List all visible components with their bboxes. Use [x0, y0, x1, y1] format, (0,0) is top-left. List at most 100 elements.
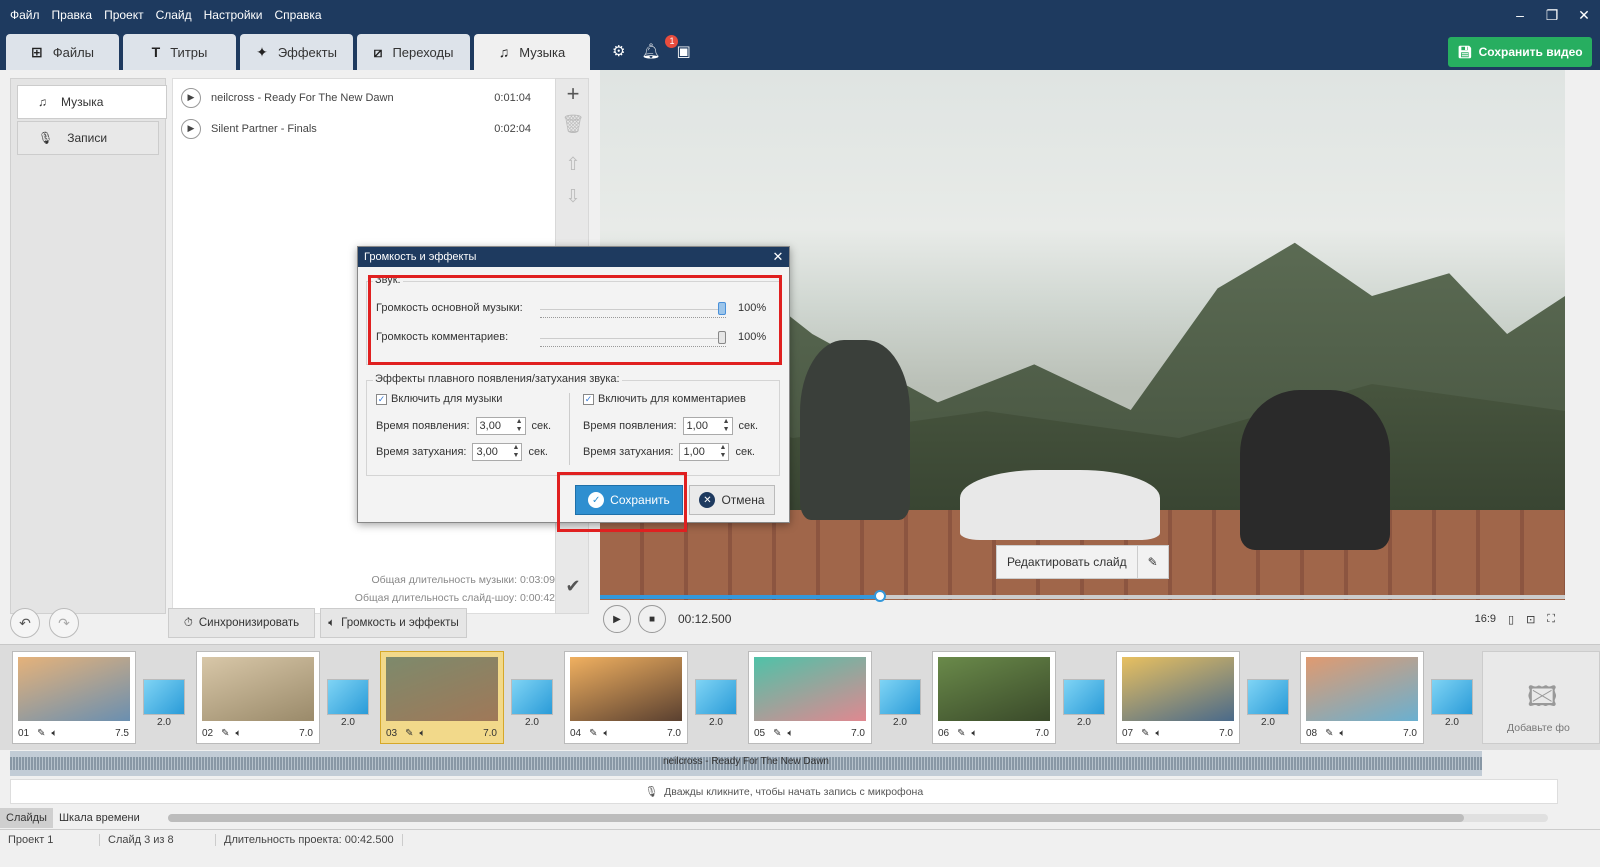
pencil-icon[interactable]: ✎	[589, 728, 597, 739]
menu-project[interactable]: Проект	[98, 8, 150, 22]
close-window-button[interactable]: ✕	[1568, 7, 1600, 24]
speaker-icon[interactable]: 🔈︎	[1156, 728, 1162, 739]
bell-icon[interactable]: 🔔︎ 1	[641, 35, 679, 60]
add-photo-button[interactable]: 🖾︎ Добавьте фо	[1482, 651, 1600, 744]
menu-help[interactable]: Справка	[268, 8, 327, 22]
toolbar-icons: ⚙ 🔔︎ 1 ▣	[612, 35, 691, 60]
speaker-icon[interactable]: 🔈︎	[52, 728, 58, 739]
music-fade-input[interactable]: 3,00 ▲ ▼	[472, 443, 523, 461]
restore-button[interactable]: ❐	[1536, 7, 1568, 24]
add-icon[interactable]: +	[559, 81, 587, 107]
progress-fill	[600, 595, 880, 599]
music-appear-input[interactable]: 3,00 ▲ ▼	[475, 417, 526, 435]
play-icon[interactable]: ▶	[181, 118, 201, 139]
tab-files[interactable]: ⊞ Файлы	[6, 34, 119, 70]
transition-thumbnail[interactable]	[1247, 679, 1289, 715]
stop-icon[interactable]: ■	[638, 605, 666, 633]
list-item[interactable]: ▶ Silent Partner - Finals 0:02:04	[173, 113, 561, 144]
tab-transitions[interactable]: ⧄ Переходы	[357, 34, 470, 70]
horizontal-scrollbar[interactable]	[168, 814, 1548, 822]
speaker-icon[interactable]: 🔈︎	[1340, 728, 1346, 739]
slide-thumbnail[interactable]: 04 ✎ 🔈︎ 7.0	[564, 651, 688, 744]
pencil-icon[interactable]: ✎	[1141, 728, 1149, 739]
tab-slides[interactable]: Слайды	[0, 808, 53, 828]
tab-music[interactable]: ♫ Музыка	[474, 34, 590, 70]
transition-thumbnail[interactable]	[1431, 679, 1473, 715]
slide-duration: 7.0	[1403, 728, 1417, 739]
mic-record-area[interactable]: 🎙︎ Дважды кликните, чтобы начать запись …	[10, 779, 1558, 804]
transition-thumbnail[interactable]	[511, 679, 553, 715]
menu-settings[interactable]: Настройки	[198, 8, 269, 22]
move-down-icon[interactable]: ⇩	[559, 183, 587, 209]
play-icon[interactable]: ▶	[181, 87, 201, 108]
speaker-icon[interactable]: 🔈︎	[420, 728, 426, 739]
list-item[interactable]: ▶ neilcross - Ready For The New Dawn 0:0…	[173, 82, 561, 113]
pencil-icon[interactable]: ✎	[1325, 728, 1333, 739]
fit-icon[interactable]: ▯	[1508, 613, 1514, 626]
slideshow-icon[interactable]: ▣	[677, 42, 691, 60]
speaker-icon[interactable]: 🔈︎	[972, 728, 978, 739]
menu-edit[interactable]: Правка	[46, 8, 99, 22]
checkbox-checked-icon[interactable]: ✓	[583, 393, 594, 405]
slide-thumbnail[interactable]: 08 ✎ 🔈︎ 7.0	[1300, 651, 1424, 744]
tab-effects[interactable]: ✦ Эффекты	[240, 34, 353, 70]
comments-fade-input[interactable]: 1,00 ▲ ▼	[679, 443, 730, 461]
comments-enable-checkbox[interactable]: ✓ Включить для комментариев	[583, 393, 746, 405]
progress-handle[interactable]	[873, 590, 886, 602]
pencil-icon[interactable]: ✎	[405, 728, 413, 739]
speaker-icon[interactable]: 🔈︎	[788, 728, 794, 739]
gear-icon[interactable]: ⚙	[612, 42, 625, 60]
slide-thumbnail[interactable]: 01 ✎ 🔈︎ 7.5	[12, 651, 136, 744]
close-icon[interactable]: ✕	[767, 249, 789, 265]
transition-thumbnail[interactable]	[879, 679, 921, 715]
broom-icon[interactable]: ✔	[559, 573, 587, 599]
volume-effects-button[interactable]: 🔈︎ Громкость и эффекты	[320, 608, 467, 638]
transition-thumbnail[interactable]	[143, 679, 185, 715]
comments-appear-input[interactable]: 1,00 ▲ ▼	[682, 417, 733, 435]
cancel-button[interactable]: ✕ Отмена	[689, 485, 775, 515]
edit-slide-button[interactable]: Редактировать слайд ✎	[996, 545, 1169, 579]
save-button[interactable]: ✓ Сохранить	[575, 485, 683, 515]
pencil-icon[interactable]: ✎	[221, 728, 229, 739]
snapshot-icon[interactable]: ⊡	[1526, 613, 1535, 626]
undo-icon[interactable]: ↶	[10, 608, 40, 638]
aspect-ratio[interactable]: 16:9	[1475, 613, 1496, 625]
menu-slide[interactable]: Слайд	[150, 8, 198, 22]
pencil-icon[interactable]: ✎	[37, 728, 45, 739]
audio-track[interactable]: neilcross - Ready For The New Dawn	[10, 751, 1482, 776]
transition-thumbnail[interactable]	[1063, 679, 1105, 715]
tab-timeline[interactable]: Шкала времени	[53, 808, 146, 828]
transition-thumbnail[interactable]	[695, 679, 737, 715]
slide-thumbnail[interactable]: 02 ✎ 🔈︎ 7.0	[196, 651, 320, 744]
scrollbar-thumb[interactable]	[168, 814, 1464, 822]
play-icon[interactable]: ▶	[603, 605, 631, 633]
playback-progress[interactable]	[600, 590, 1565, 602]
cancel-label: Отмена	[721, 493, 765, 507]
speaker-icon[interactable]: 🔈︎	[604, 728, 610, 739]
sidebar-item-records[interactable]: 🎙︎ Записи	[17, 121, 159, 155]
slide-thumbnail[interactable]: 07 ✎ 🔈︎ 7.0	[1116, 651, 1240, 744]
sec-unit: сек.	[528, 446, 548, 458]
sync-button[interactable]: ⏱ Синхронизировать	[168, 608, 315, 638]
transition-thumbnail[interactable]	[327, 679, 369, 715]
menu-file[interactable]: Файл	[4, 8, 46, 22]
pencil-icon[interactable]: ✎	[957, 728, 965, 739]
player-controls: ▶ ■ 00:12.500 16:9 ▯ ⊡ ⛶	[600, 604, 1565, 634]
redo-icon[interactable]: ↷	[49, 608, 79, 638]
slide-thumbnail[interactable]: 05 ✎ 🔈︎ 7.0	[748, 651, 872, 744]
sidebar-item-music[interactable]: ♫ Музыка	[17, 85, 167, 119]
minimize-button[interactable]: –	[1504, 7, 1536, 24]
tab-titles[interactable]: T Титры	[123, 34, 236, 70]
fullscreen-icon[interactable]: ⛶	[1547, 613, 1555, 626]
delete-icon[interactable]: 🗑︎	[559, 111, 587, 137]
slide-thumbnail[interactable]: 03 ✎ 🔈︎ 7.0	[380, 651, 504, 744]
move-up-icon[interactable]: ⇧	[559, 151, 587, 177]
checkbox-checked-icon[interactable]: ✓	[376, 393, 387, 405]
track-title: neilcross - Ready For The New Dawn	[211, 91, 394, 104]
music-enable-checkbox[interactable]: ✓ Включить для музыки	[376, 393, 502, 405]
pencil-icon[interactable]: ✎	[773, 728, 781, 739]
speaker-icon[interactable]: 🔈︎	[236, 728, 242, 739]
sync-label: Синхронизировать	[198, 617, 300, 629]
slide-thumbnail[interactable]: 06 ✎ 🔈︎ 7.0	[932, 651, 1056, 744]
save-video-button[interactable]: 💾︎ Сохранить видео	[1448, 37, 1592, 67]
